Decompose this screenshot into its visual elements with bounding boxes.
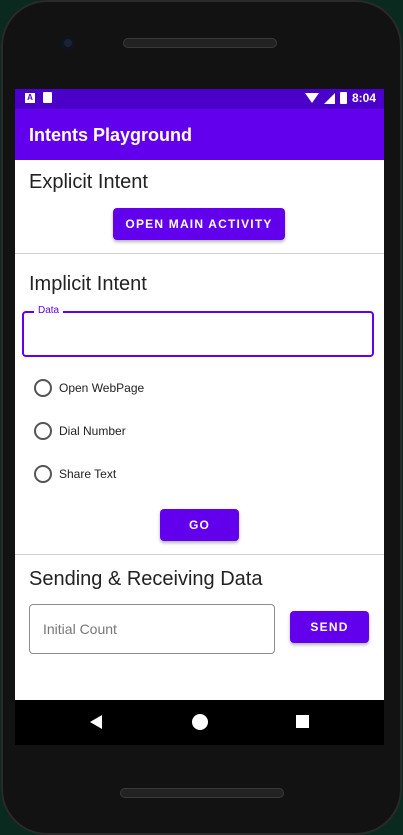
recents-icon[interactable] [296,715,309,728]
status-time: 8:04 [351,91,376,105]
signal-icon [323,92,335,104]
back-icon[interactable] [90,715,102,729]
initial-count-input[interactable] [30,605,274,653]
radio-label: Dial Number [59,424,126,438]
phone-frame: A 8:04 Intents Playground Explicit Inten… [1,0,402,835]
section-divider [15,253,384,254]
earpiece-speaker [123,38,277,48]
battery-icon [339,92,347,104]
status-bar: A 8:04 [15,89,384,109]
app-title: Intents Playground [29,125,193,145]
data-input-field[interactable]: Data [22,305,374,357]
implicit-intent-title: Implicit Intent [29,273,147,295]
a-notification-icon: A [25,92,35,103]
data-field-label: Data [34,305,64,316]
radio-share-text[interactable]: Share Text [34,465,116,483]
initial-count-field[interactable] [29,604,275,654]
navigation-bar [15,700,384,745]
section-divider [15,554,384,555]
camera-icon [61,36,75,50]
wifi-icon [304,93,319,103]
radio-dial-number[interactable]: Dial Number [34,422,126,440]
radio-open-webpage[interactable]: Open WebPage [34,379,144,397]
home-icon[interactable] [192,714,208,730]
radio-button-icon[interactable] [34,379,52,397]
bottom-speaker [120,788,284,798]
app-screen: A 8:04 Intents Playground Explicit Inten… [15,89,384,700]
radio-label: Share Text [59,467,117,481]
radio-button-icon[interactable] [34,422,52,440]
sd-card-icon [43,92,52,103]
open-main-activity-button[interactable]: OPEN MAIN ACTIVITY [113,208,285,240]
sending-receiving-title: Sending & Receiving Data [29,568,263,590]
send-button[interactable]: SEND [290,611,369,643]
radio-button-icon[interactable] [34,465,52,483]
explicit-intent-title: Explicit Intent [29,171,148,193]
radio-label: Open WebPage [59,381,145,395]
app-bar: Intents Playground [15,109,384,160]
go-button[interactable]: GO [160,509,239,541]
